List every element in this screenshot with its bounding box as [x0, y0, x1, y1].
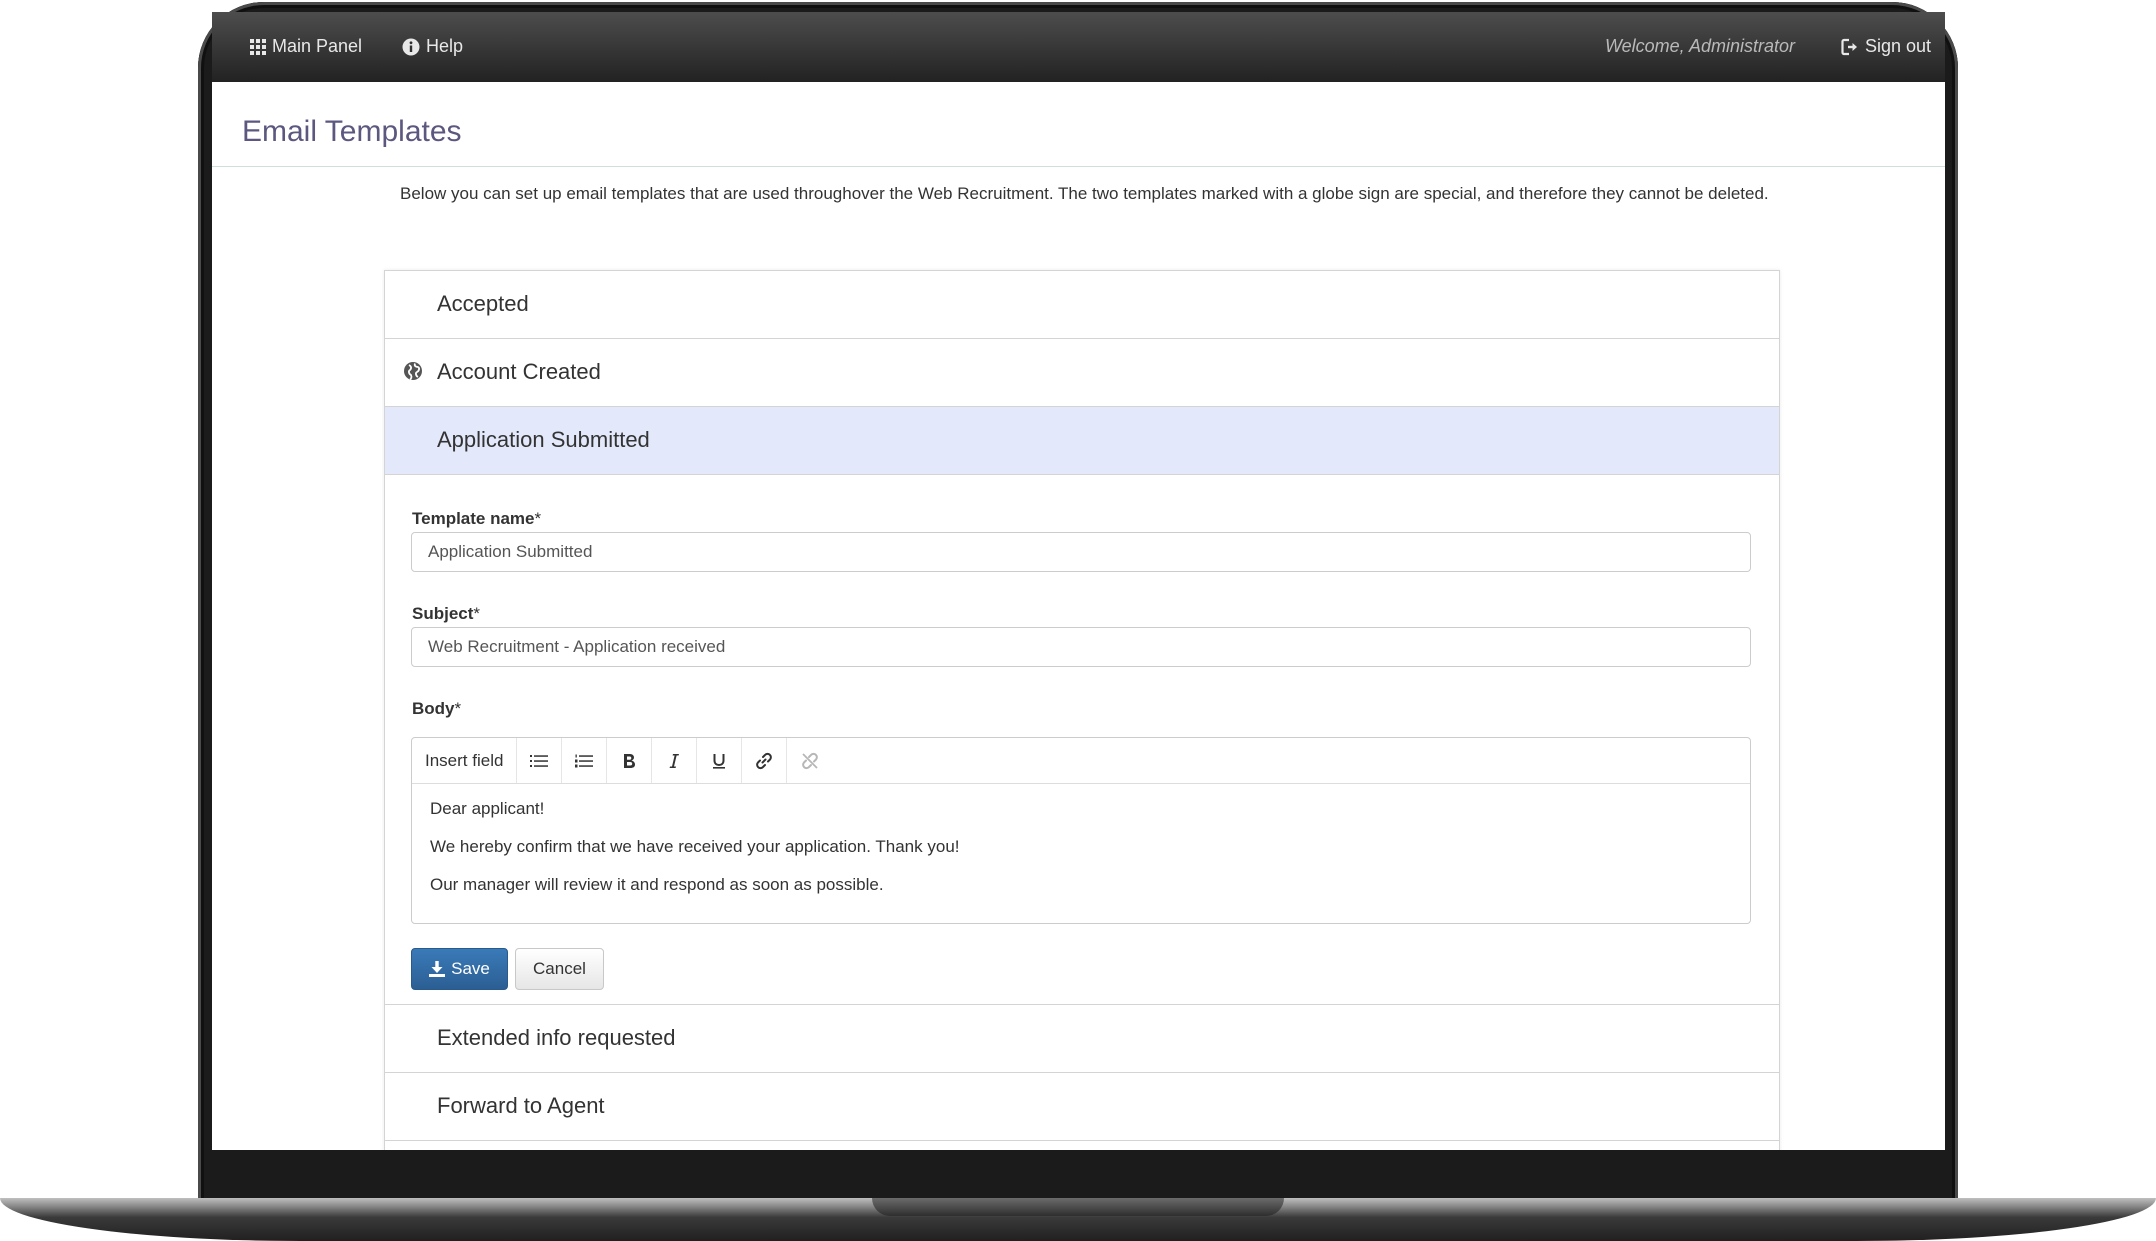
body-line: We hereby confirm that we have received …: [430, 837, 960, 856]
bold-button[interactable]: [607, 738, 653, 783]
help-link[interactable]: Help: [402, 36, 463, 57]
top-navbar: Main Panel Help Welcome, Administrator S…: [212, 12, 1945, 82]
template-label: Extended info requested: [437, 1025, 676, 1050]
body-line: Our manager will review it and respond a…: [430, 875, 884, 894]
link-icon: [756, 752, 773, 769]
unlink-icon: [802, 752, 818, 769]
italic-icon: [670, 753, 680, 768]
template-name-input[interactable]: [411, 532, 1751, 572]
download-icon: [429, 961, 446, 977]
main-panel-link[interactable]: Main Panel: [250, 36, 362, 57]
subject-input[interactable]: [411, 627, 1751, 667]
unlink-button[interactable]: [787, 738, 832, 783]
template-row-forward-to-agent[interactable]: Forward to Agent: [385, 1073, 1779, 1141]
sign-out-link[interactable]: Sign out: [1841, 36, 1931, 57]
template-label: Application Submitted: [437, 427, 650, 452]
editor-toolbar: Insert field: [412, 738, 1750, 784]
insert-field-button[interactable]: Insert field: [412, 738, 518, 783]
underline-button[interactable]: [697, 738, 743, 783]
ordered-list-icon: [575, 754, 594, 767]
ordered-list-button[interactable]: [562, 738, 608, 783]
template-editor: Template name* Subject* Body* Insert fie…: [385, 475, 1779, 1005]
save-label: Save: [451, 959, 490, 978]
cancel-button[interactable]: Cancel: [515, 948, 604, 990]
template-row-accepted[interactable]: Accepted: [385, 271, 1779, 339]
template-row-account-created[interactable]: Account Created: [385, 339, 1779, 407]
subject-label: Subject*: [412, 604, 481, 623]
sign-out-label: Sign out: [1864, 36, 1931, 56]
underline-icon: [713, 753, 726, 769]
welcome-text: Welcome, Administrator: [1604, 36, 1795, 56]
body-line: Dear applicant!: [430, 799, 545, 818]
page-title: Email Templates: [242, 115, 462, 148]
main-panel-label: Main Panel: [272, 36, 363, 56]
template-row-application-submitted[interactable]: Application Submitted: [385, 407, 1779, 475]
grid-icon: [250, 38, 266, 55]
link-button[interactable]: [742, 738, 788, 783]
editor-content[interactable]: Dear applicant! We hereby confirm that w…: [412, 784, 1750, 926]
sign-out-icon: [1841, 38, 1857, 55]
template-name-label: Template name*: [412, 509, 542, 528]
page-header: Email Templates: [212, 82, 1945, 167]
template-label: Account Created: [437, 359, 601, 384]
template-row-extended-info-requested[interactable]: Extended info requested: [385, 1005, 1779, 1073]
templates-accordion: Accepted Account Created Application Sub…: [384, 270, 1780, 1150]
save-button[interactable]: Save: [411, 948, 508, 990]
screen-bezel-bottom: [212, 1150, 1945, 1198]
intro-text: Below you can set up email templates tha…: [400, 184, 1769, 203]
screen: Main Panel Help Welcome, Administrator S…: [212, 12, 1945, 1150]
template-label: Accepted: [437, 291, 529, 316]
info-icon: [402, 38, 420, 55]
template-label: Forward to Agent: [437, 1093, 605, 1118]
unordered-list-button[interactable]: [517, 738, 563, 783]
italic-button[interactable]: [652, 738, 698, 783]
unordered-list-icon: [530, 754, 549, 767]
globe-icon: [404, 362, 422, 381]
laptop-notch: [872, 1198, 1284, 1216]
help-label: Help: [426, 36, 464, 56]
bold-icon: [624, 753, 636, 768]
body-editor[interactable]: Insert field Dear applicant! We hereby c…: [411, 737, 1751, 924]
body-label: Body*: [412, 699, 462, 718]
